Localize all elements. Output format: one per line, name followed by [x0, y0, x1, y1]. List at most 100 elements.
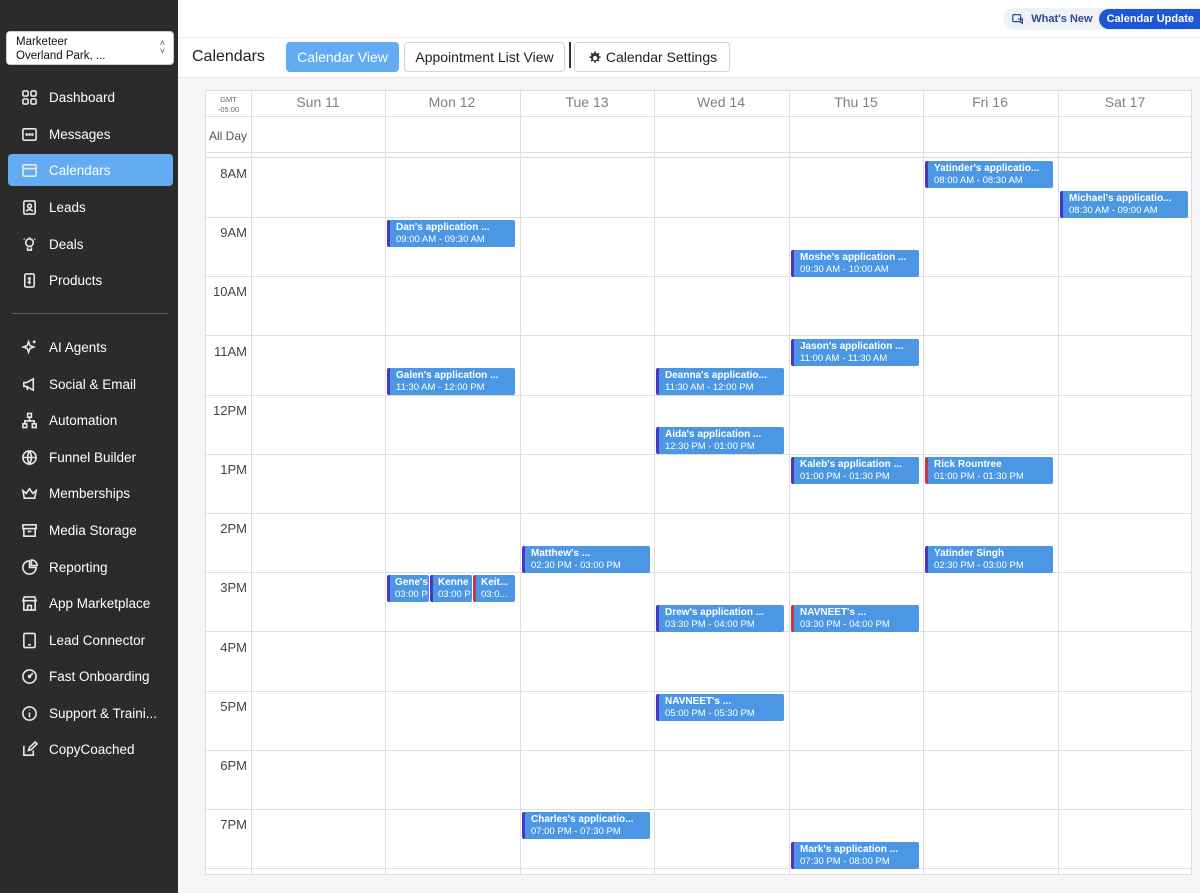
- appointment-event[interactable]: Aida's application ... 12:30 PM - 01:00 P…: [656, 427, 784, 455]
- appointment-event[interactable]: NAVNEET's ... 03:30 PM - 04:00 PM: [791, 605, 919, 632]
- whats-new-label: What's New: [1031, 13, 1093, 25]
- location-switcher[interactable]: Marketeer Overland Park, ... ˄ ˅: [6, 31, 174, 65]
- day-header[interactable]: Wed 14: [654, 94, 788, 110]
- sidebar-item-reporting[interactable]: Reporting: [8, 551, 173, 583]
- appointment-event[interactable]: Moshe's application ... 09:30 AM - 10:00 …: [791, 249, 919, 277]
- appointment-event[interactable]: Rick Rountree 01:00 PM - 01:30 PM: [925, 457, 1053, 484]
- sidebar-item-social-email[interactable]: Social & Email: [8, 368, 173, 400]
- appointment-event[interactable]: Michael's applicatio... 08:30 AM - 09:00 …: [1060, 190, 1188, 218]
- appointment-event[interactable]: Drew's application ... 03:30 PM - 04:00 P…: [656, 605, 784, 632]
- sidebar-item-label: Lead Connector: [49, 632, 146, 648]
- sparkle-icon: [20, 338, 38, 356]
- hour-label: 6PM: [220, 758, 247, 773]
- day-header[interactable]: Tue 13: [520, 94, 654, 110]
- sidebar: Marketeer Overland Park, ... ˄ ˅ Dashboar…: [0, 0, 178, 893]
- hour-label: 3PM: [220, 580, 247, 596]
- sidebar-item-copycoached[interactable]: CopyCoached: [8, 733, 173, 765]
- sidebar-item-media-storage[interactable]: Media Storage: [8, 514, 173, 546]
- event-title: Kaleb's application ...: [800, 459, 902, 470]
- tablet-icon: [20, 631, 38, 649]
- event-title: Moshe's application ...: [800, 251, 907, 263]
- sidebar-item-dashboard[interactable]: Dashboard: [8, 81, 173, 113]
- appointment-event[interactable]: Kenne 03:00 P: [430, 575, 472, 603]
- event-title: Kenne: [438, 577, 469, 589]
- messages-icon: [20, 125, 38, 143]
- event-time: 03:30 PM - 04:00 PM: [800, 619, 890, 630]
- sidebar-item-ai-agents[interactable]: AI Agents: [8, 331, 173, 363]
- event-time: 11:30 AM - 12:00 PM: [665, 382, 754, 394]
- day-header[interactable]: Fri 16: [923, 94, 1057, 110]
- event-time: 07:30 PM - 08:00 PM: [800, 855, 890, 867]
- day-header[interactable]: Thu 15: [789, 94, 923, 110]
- sidebar-item-label: Memberships: [49, 485, 131, 501]
- hour-row-divider: [206, 809, 1191, 810]
- sidebar-item-support-traini[interactable]: Support & Traini...: [8, 697, 173, 729]
- header-row-divider: [206, 116, 1191, 117]
- appointment-event[interactable]: NAVNEET's ... 05:00 PM - 05:30 PM: [656, 693, 784, 721]
- event-time: 12:30 PM - 01:00 PM: [665, 441, 755, 453]
- event-time: 03:00 P: [395, 589, 428, 601]
- event-title: Gene's: [395, 577, 428, 589]
- products-icon: [20, 271, 38, 289]
- event-time: 08:30 AM - 09:00 AM: [1069, 204, 1158, 216]
- appointment-event[interactable]: Charles's applicatio... 07:00 PM - 07:30 …: [522, 812, 650, 840]
- sidebar-item-lead-connector[interactable]: Lead Connector: [8, 624, 173, 656]
- tab-calendar-view[interactable]: Calendar View: [286, 42, 399, 72]
- hour-label: 10AM: [213, 284, 247, 300]
- dashboard-icon: [20, 88, 38, 106]
- hour-row-divider: [206, 335, 1191, 337]
- hour-label: 8AM: [220, 166, 247, 181]
- day-column-divider: [789, 91, 790, 874]
- event-title: Yatinder Singh: [934, 547, 1005, 559]
- event-title: Matthew's ...: [531, 547, 591, 559]
- hour-row-divider: [206, 749, 1191, 751]
- event-time: 01:00 PM - 01:30 PM: [800, 471, 890, 482]
- calendar-settings-label: Calendar Settings: [605, 49, 718, 65]
- hour-label: 7PM: [220, 817, 247, 833]
- appointment-event[interactable]: Jason's application ... 11:00 AM - 11:30 …: [791, 338, 919, 366]
- appointment-event[interactable]: Deanna's applicatio... 11:30 AM - 12:00 P…: [656, 368, 784, 396]
- appointment-event[interactable]: Mark's application ... 07:30 PM - 08:00 P…: [791, 841, 919, 869]
- event-time: 07:00 PM - 07:30 PM: [531, 826, 621, 838]
- event-title: NAVNEET's ...: [665, 695, 732, 707]
- calendar-settings-button[interactable]: Calendar Settings: [574, 42, 730, 72]
- event-title: NAVNEET's ...: [800, 607, 867, 618]
- appointment-event[interactable]: Galen's application ... 11:30 AM - 12:00 …: [387, 368, 515, 396]
- hour-row-divider: [206, 690, 1191, 692]
- appointment-event[interactable]: Kaleb's application ... 01:00 PM - 01:30 …: [791, 457, 919, 484]
- appointment-event[interactable]: Yatinder Singh 02:30 PM - 03:00 PM: [925, 545, 1053, 573]
- sidebar-item-deals[interactable]: Deals: [8, 228, 173, 260]
- event-time: 11:30 AM - 12:00 PM: [396, 382, 485, 394]
- day-column-divider: [251, 91, 252, 874]
- sidebar-item-label: Products: [49, 272, 103, 288]
- sidebar-item-leads[interactable]: Leads: [8, 191, 173, 223]
- appointment-event[interactable]: Dan's application ... 09:00 AM - 09:30 AM: [387, 220, 515, 248]
- day-header[interactable]: Sat 17: [1058, 94, 1191, 110]
- appointment-event[interactable]: Yatinder's applicatio... 08:00 AM - 08:30…: [925, 161, 1053, 188]
- tab-appointment-list-view[interactable]: Appointment List View: [404, 42, 565, 72]
- sidebar-item-app-marketplace[interactable]: App Marketplace: [8, 587, 173, 619]
- sidebar-item-label: CopyCoached: [49, 741, 135, 757]
- appointment-event[interactable]: Keit... 03:0...: [473, 575, 515, 603]
- tab-separator: [569, 42, 571, 68]
- sidebar-item-fast-onboarding[interactable]: Fast Onboarding: [8, 660, 173, 692]
- appointment-event[interactable]: Matthew's ... 02:30 PM - 03:00 PM: [522, 545, 650, 573]
- sidebar-item-label: AI Agents: [49, 339, 107, 355]
- sidebar-item-funnel-builder[interactable]: Funnel Builder: [8, 441, 173, 473]
- calendar-update-badge[interactable]: Calendar Update: [1098, 9, 1200, 29]
- day-header[interactable]: Mon 12: [385, 94, 519, 110]
- day-header[interactable]: Sun 11: [251, 94, 385, 110]
- sidebar-item-automation[interactable]: Automation: [8, 404, 173, 436]
- appointment-event[interactable]: Gene's 03:00 P: [387, 575, 429, 603]
- week-calendar-grid: GMT -05:00 All Day Sun 11 Mon 12 Tue 13 Wed…: [205, 90, 1192, 875]
- sidebar-item-label: Leads: [49, 199, 86, 215]
- event-time: 11:00 AM - 11:30 AM: [800, 352, 888, 364]
- deals-icon: [20, 235, 38, 253]
- sidebar-item-label: Fast Onboarding: [49, 668, 150, 684]
- contacts-icon: [20, 198, 38, 216]
- sidebar-item-products[interactable]: Products: [8, 264, 173, 296]
- sidebar-item-calendars[interactable]: Calendars: [8, 154, 173, 186]
- whats-new-widget[interactable]: What's New Calendar Update: [1003, 8, 1200, 30]
- sidebar-item-memberships[interactable]: Memberships: [8, 477, 173, 509]
- sidebar-item-messages[interactable]: Messages: [8, 118, 173, 150]
